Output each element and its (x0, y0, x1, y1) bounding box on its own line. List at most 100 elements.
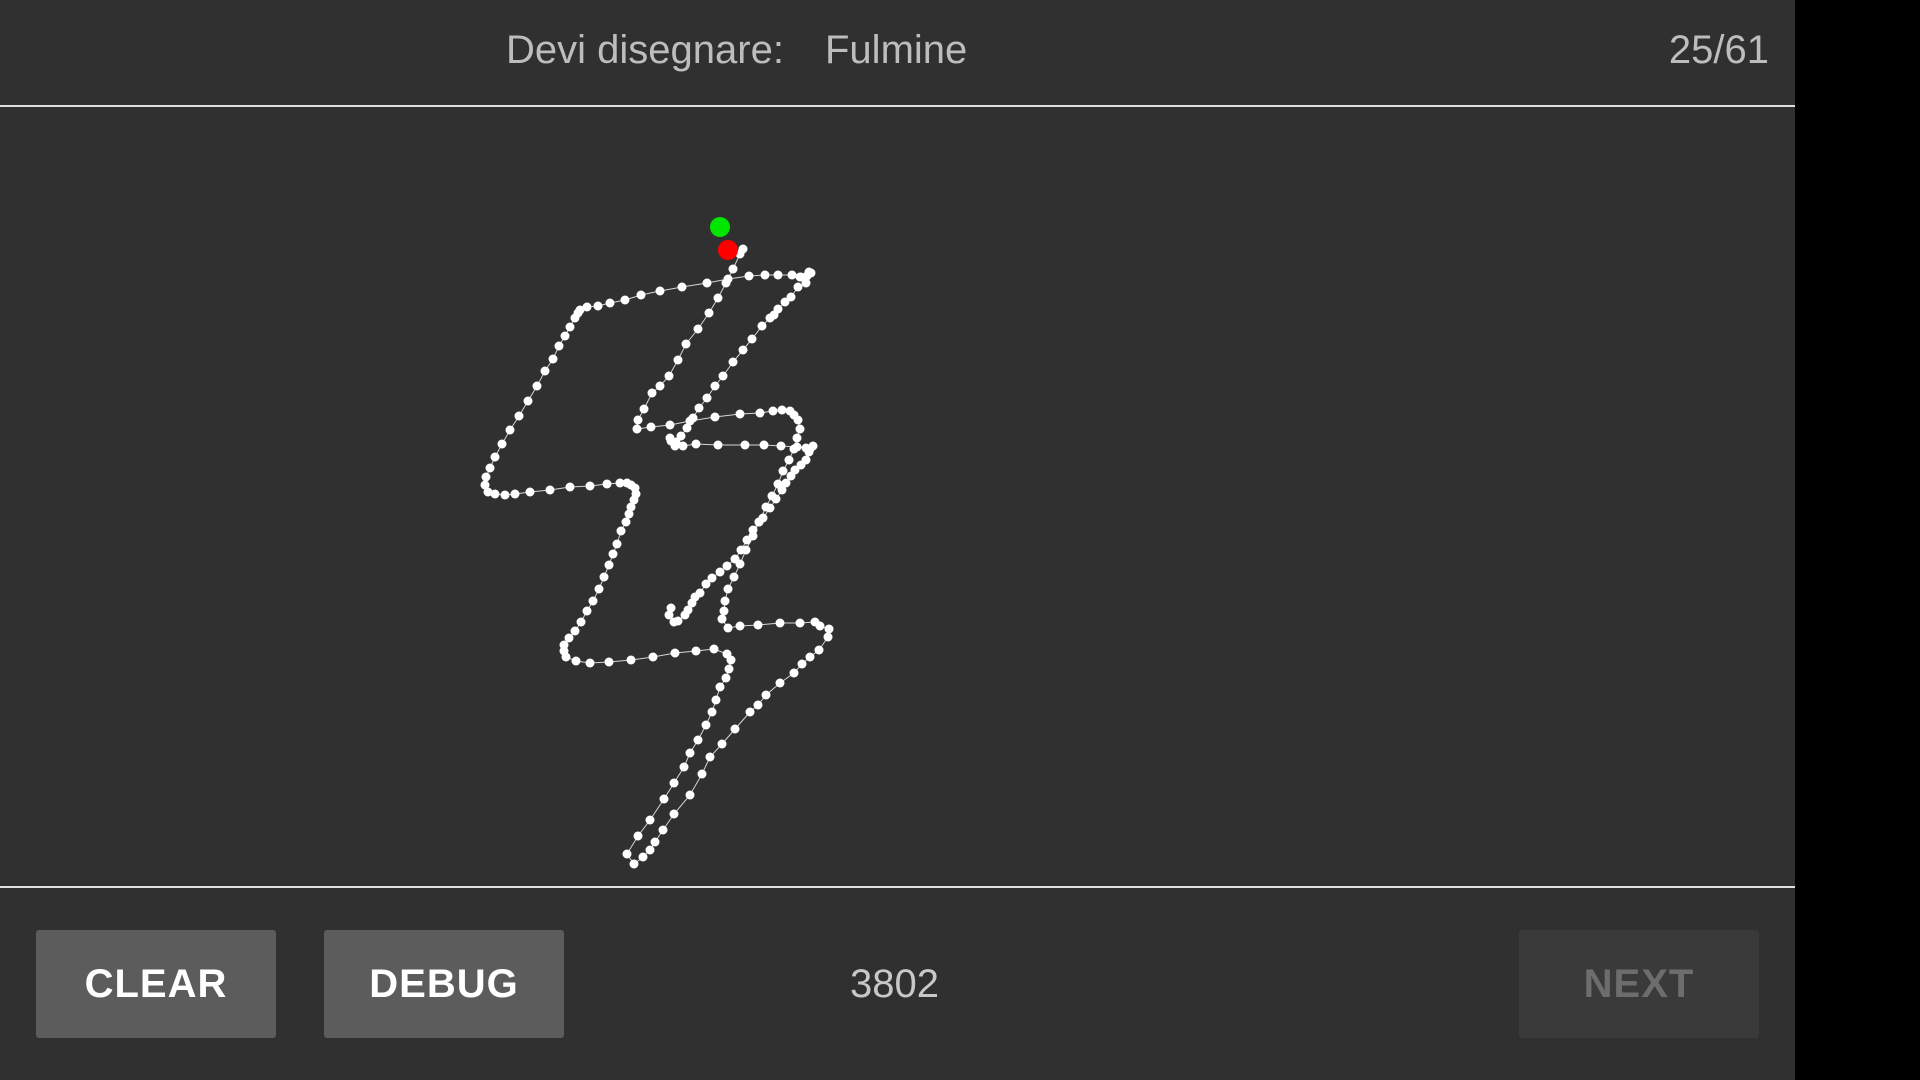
stroke-point (588, 596, 598, 606)
stroke-point (713, 293, 723, 303)
stroke-point (722, 561, 732, 571)
stroke-point (648, 652, 658, 662)
clear-button[interactable]: CLEAR (36, 930, 276, 1038)
stroke-point (594, 584, 604, 594)
stroke-point (670, 441, 680, 451)
stroke-point (679, 762, 689, 772)
prompt-word: Fulmine (825, 28, 968, 72)
stroke-point (721, 673, 731, 683)
stroke-point (691, 646, 701, 656)
stroke-point (480, 480, 490, 490)
stroke-point (665, 420, 675, 430)
stroke-point (717, 614, 727, 624)
stroke-point (793, 415, 803, 425)
stroke-point (748, 525, 758, 535)
stroke-point (720, 596, 730, 606)
stroke-point (647, 388, 657, 398)
stroke-point (664, 371, 674, 381)
stroke-point (560, 331, 570, 341)
stroke-point (736, 545, 746, 555)
stroke-point (636, 290, 646, 300)
stroke-point (570, 626, 580, 636)
stroke-point (685, 748, 695, 758)
stroke-point (638, 852, 648, 862)
drawing-stroke (480, 217, 834, 869)
screen-edge (1795, 0, 1920, 1080)
stroke-point (565, 322, 575, 332)
stroke-point (673, 355, 683, 365)
stroke-path (484, 248, 830, 865)
stroke-point (804, 447, 814, 457)
debug-button[interactable]: DEBUG (324, 930, 564, 1038)
stroke-point (814, 645, 824, 655)
stroke-point (753, 700, 763, 710)
stroke-point (582, 302, 592, 312)
footer-divider (0, 886, 1795, 888)
stroke-point (704, 308, 714, 318)
stroke-point (693, 735, 703, 745)
stroke-point (784, 455, 794, 465)
stroke-point (776, 441, 786, 451)
stroke-point (585, 481, 595, 491)
stroke-point (669, 809, 679, 819)
stroke-point (729, 572, 739, 582)
stroke-point (659, 794, 669, 804)
stroke-point (540, 366, 550, 376)
stroke-point (795, 424, 805, 434)
stroke-point (576, 617, 586, 627)
stroke-point (722, 649, 732, 659)
score-value: 3802 (850, 962, 939, 1006)
stroke-point (585, 658, 595, 668)
drawing-canvas[interactable] (0, 107, 1795, 886)
stroke-point (754, 517, 764, 527)
stroke-point (655, 286, 665, 296)
stroke-point (688, 413, 698, 423)
stroke-point (678, 441, 688, 451)
stroke-point (525, 487, 535, 497)
stroke-point (777, 485, 787, 495)
stroke-point (604, 657, 614, 667)
stroke-point (612, 539, 622, 549)
stroke-point (622, 849, 632, 859)
stroke-point (702, 393, 712, 403)
stroke-point (730, 554, 740, 564)
stroke-point (730, 724, 740, 734)
stroke-point (693, 324, 703, 334)
stroke-point (666, 603, 676, 613)
stroke-point (757, 321, 767, 331)
stroke-point (778, 466, 788, 476)
stroke-point (823, 632, 833, 642)
stroke-point (523, 396, 533, 406)
stroke-point (608, 549, 618, 559)
next-button[interactable]: NEXT (1519, 930, 1759, 1038)
stroke-point (804, 267, 814, 277)
stroke-point (639, 404, 649, 414)
stroke-point (669, 778, 679, 788)
stroke-point (665, 433, 675, 443)
stroke-point (481, 472, 491, 482)
stroke-point (633, 831, 643, 841)
stroke-point (645, 845, 655, 855)
stroke-point (728, 264, 738, 274)
stroke-point (616, 526, 626, 536)
stroke-point (771, 494, 781, 504)
stroke-point (759, 440, 769, 450)
stroke-point (510, 489, 520, 499)
stroke-point (773, 270, 783, 280)
stroke-point (724, 664, 734, 674)
stroke-point (691, 439, 701, 449)
stroke-point (554, 341, 564, 351)
stroke-point (801, 278, 811, 288)
stroke-point (571, 656, 581, 666)
stroke-point (715, 682, 725, 692)
stroke-point (532, 381, 542, 391)
stroke-points (480, 244, 834, 869)
stroke-point (738, 345, 748, 355)
stroke-point (755, 408, 765, 418)
stroke-point (815, 621, 825, 631)
stroke-point (775, 678, 785, 688)
stroke-point (710, 412, 720, 422)
stroke-point (715, 567, 725, 577)
stroke-point (711, 695, 721, 705)
stroke-point (765, 503, 775, 513)
